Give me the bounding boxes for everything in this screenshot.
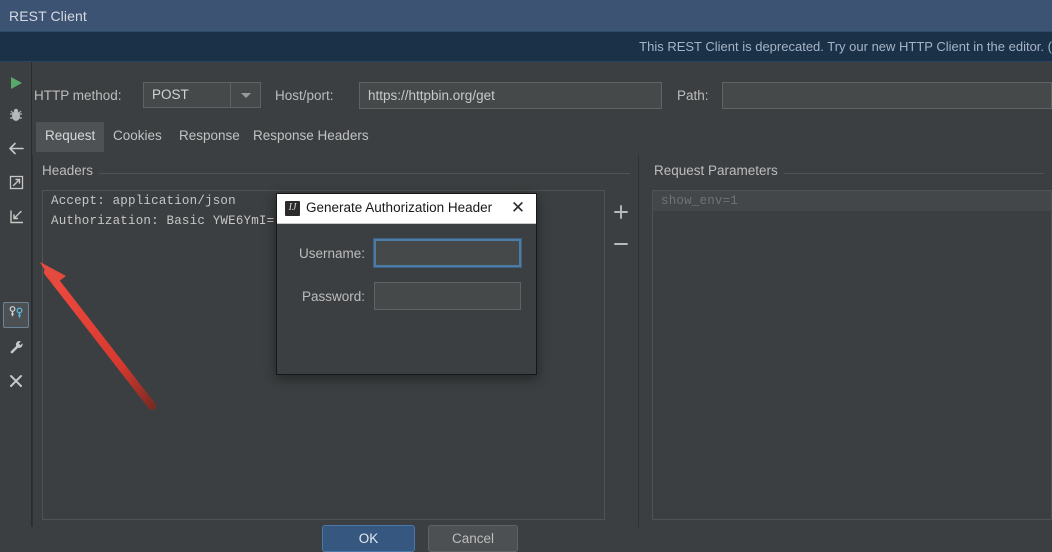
request-form-row: HTTP method: POST Host/port: https://htt…	[32, 78, 1052, 118]
params-list[interactable]: show_env=1	[652, 190, 1052, 520]
request-tabs: Request Cookies Response Response Header…	[32, 122, 1052, 152]
back-arrow-icon	[8, 140, 25, 162]
run-icon	[8, 75, 24, 96]
open-in-editor-link[interactable]: (	[1048, 39, 1052, 54]
tab-cookies[interactable]: Cookies	[104, 122, 171, 152]
headers-group-rule	[42, 173, 630, 174]
deprecation-banner: This REST Client is deprecated. Try our …	[0, 31, 1052, 62]
username-label: Username:	[298, 246, 365, 261]
intellij-logo-icon: IJ	[285, 201, 300, 216]
close-panel-button[interactable]	[3, 370, 29, 396]
deprecation-message: This REST Client is deprecated. Try our …	[639, 39, 1045, 54]
cut-off-tab[interactable]: lastErrors	[147, 0, 277, 2]
wrench-icon	[8, 339, 25, 361]
tab-response-headers[interactable]: Response Headers	[244, 122, 378, 152]
debug-button[interactable]	[3, 104, 29, 130]
export-icon	[8, 174, 25, 196]
list-item[interactable]: show_env=1	[653, 191, 1051, 211]
http-method-select[interactable]: POST	[143, 82, 261, 108]
tool-window-header: lastErrors REST Client	[0, 0, 1052, 31]
import-icon	[8, 208, 25, 230]
auth-key-icon	[8, 304, 25, 326]
headers-group-title: Headers	[42, 163, 100, 178]
deprecation-banner-text: This REST Client is deprecated. Try our …	[639, 39, 1052, 54]
left-toolbar	[0, 62, 32, 527]
plus-icon	[613, 204, 629, 225]
panel-title: REST Client	[9, 8, 87, 24]
ok-button[interactable]: OK	[322, 525, 415, 552]
chevron-down-icon[interactable]	[230, 83, 260, 107]
username-input[interactable]	[374, 239, 521, 267]
settings-button[interactable]	[3, 337, 29, 363]
http-method-value: POST	[152, 87, 189, 102]
params-pane: Request Parameters show_env=1	[645, 155, 1052, 527]
path-input[interactable]	[722, 82, 1052, 109]
tab-response[interactable]: Response	[170, 122, 249, 152]
path-label: Path:	[677, 88, 709, 103]
add-header-button[interactable]	[608, 201, 634, 227]
pane-divider-mid[interactable]	[638, 155, 639, 527]
cut-off-tab-label: lastErrors	[160, 0, 211, 2]
close-icon[interactable]: ✕	[509, 199, 527, 217]
export-button[interactable]	[3, 172, 29, 198]
cancel-button[interactable]: Cancel	[428, 525, 518, 552]
password-input[interactable]	[374, 282, 521, 310]
dialog-title-bar[interactable]: IJ Generate Authorization Header ✕	[277, 194, 536, 224]
http-method-label: HTTP method:	[34, 88, 122, 103]
host-port-input[interactable]: https://httpbin.org/get	[359, 82, 662, 109]
back-button[interactable]	[3, 138, 29, 164]
import-button[interactable]	[3, 206, 29, 232]
bug-icon	[8, 107, 24, 128]
tab-request[interactable]: Request	[36, 122, 105, 152]
minus-icon	[613, 236, 629, 257]
generate-authorization-header-dialog: IJ Generate Authorization Header ✕ Usern…	[276, 193, 537, 552]
run-button[interactable]	[3, 72, 29, 98]
dialog-title: Generate Authorization Header	[306, 200, 493, 215]
generate-auth-header-button[interactable]	[3, 302, 29, 328]
host-port-label: Host/port:	[275, 88, 334, 103]
close-icon	[8, 373, 24, 394]
password-label: Password:	[301, 289, 365, 304]
params-group-title: Request Parameters	[654, 163, 784, 178]
remove-header-button[interactable]	[608, 233, 634, 259]
